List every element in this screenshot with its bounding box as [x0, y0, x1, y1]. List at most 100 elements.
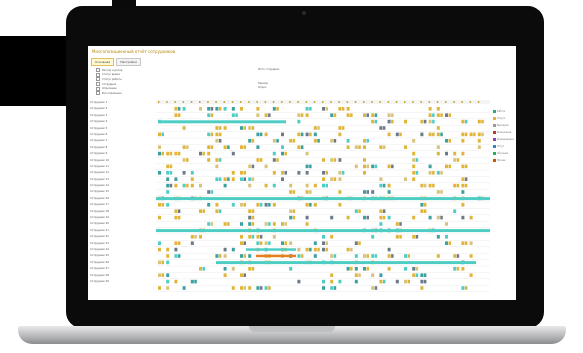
schedule-cell	[399, 235, 402, 239]
checkbox[interactable]	[96, 72, 100, 77]
legend-item: Выходной	[493, 122, 515, 129]
schedule-cell	[166, 260, 170, 265]
schedule-cell	[379, 126, 383, 130]
schedule-cell	[190, 241, 194, 245]
schedule-cell	[461, 139, 465, 143]
schedule-cell	[420, 273, 424, 277]
schedule-cell	[297, 279, 301, 284]
day-tick	[395, 101, 398, 103]
day-tick	[379, 101, 381, 103]
schedule-cell	[218, 132, 222, 137]
day-tick	[420, 101, 422, 103]
schedule-cell	[330, 273, 334, 277]
schedule-cell	[387, 119, 391, 124]
schedule-cell	[251, 222, 255, 226]
checkbox[interactable]	[96, 77, 100, 82]
schedule-cell	[174, 177, 178, 181]
schedule-cell	[366, 254, 369, 258]
legend: Работа Отпуск Выходной Больничный Командиров…	[493, 108, 515, 164]
schedule-cell	[354, 145, 358, 149]
schedule-cell	[432, 183, 435, 188]
schedule-cell	[268, 203, 271, 207]
schedule-cell	[464, 132, 468, 137]
schedule-cell	[358, 145, 361, 149]
schedule-cell	[268, 286, 271, 290]
tab-settings[interactable]: Настройки	[116, 58, 142, 66]
schedule-cell	[428, 171, 432, 175]
schedule-cell	[215, 254, 219, 258]
schedule-cell	[399, 222, 402, 226]
schedule-cell	[158, 241, 161, 245]
schedule-cell	[412, 158, 416, 162]
schedule-cell	[174, 107, 178, 111]
filter-row[interactable]: Все отделения	[96, 91, 286, 96]
schedule-cell	[166, 164, 170, 169]
schedule-cell	[174, 247, 178, 252]
schedule-cell	[428, 107, 432, 111]
legend-item: Командировка	[493, 136, 515, 143]
checkbox[interactable]	[96, 68, 100, 73]
legend-swatch	[493, 152, 496, 155]
schedule-cell	[240, 222, 243, 226]
schedule-cell	[420, 183, 424, 188]
schedule-cell	[182, 158, 186, 162]
schedule-cell	[161, 260, 164, 265]
day-tick	[182, 101, 185, 103]
schedule-cell	[464, 286, 468, 290]
schedule-cell	[218, 126, 222, 130]
schedule-cell	[412, 151, 416, 156]
day-tick	[330, 101, 332, 103]
schedule-cell	[305, 113, 309, 117]
schedule-cell	[289, 139, 293, 143]
schedule-cell	[240, 145, 243, 149]
schedule-cell	[354, 267, 358, 271]
checkbox[interactable]	[96, 91, 100, 96]
schedule-cell	[272, 158, 276, 162]
schedule-cell	[158, 203, 161, 207]
schedule-cell	[391, 119, 394, 124]
schedule-cell	[227, 222, 230, 226]
schedule-cell	[281, 151, 284, 156]
schedule-cell	[161, 151, 164, 156]
schedule-cell	[404, 177, 407, 181]
schedule-cell	[243, 126, 246, 130]
schedule-cell	[305, 107, 309, 111]
schedule-cell	[305, 151, 309, 156]
schedule-cell	[169, 164, 173, 169]
schedule-cell	[338, 126, 342, 130]
schedule-cell	[428, 119, 432, 124]
schedule-cell	[330, 113, 334, 117]
schedule-cell	[218, 209, 222, 213]
checkbox[interactable]	[96, 86, 100, 91]
day-tick	[387, 101, 390, 103]
schedule-cell	[243, 241, 246, 245]
schedule-cell	[453, 209, 457, 213]
schedule-cell	[305, 203, 309, 207]
schedule-cell	[199, 183, 202, 188]
schedule-cell	[182, 126, 186, 130]
dark-block	[0, 36, 70, 106]
schedule-cell	[300, 145, 304, 149]
schedule-cell	[272, 139, 276, 143]
tab-main[interactable]: Основная	[91, 58, 115, 66]
schedule-cell	[481, 119, 484, 124]
schedule-cell	[177, 241, 181, 245]
schedule-cell	[210, 132, 214, 137]
schedule-cell	[325, 107, 328, 111]
schedule-cell	[404, 279, 407, 284]
schedule-cell	[407, 279, 410, 284]
schedule-cell	[256, 235, 260, 239]
schedule-cell	[440, 190, 443, 194]
schedule-cell	[182, 171, 186, 175]
schedule-cell	[243, 171, 246, 175]
day-tick	[264, 101, 267, 103]
schedule-bar	[256, 254, 296, 258]
schedule-cell	[231, 107, 235, 111]
schedule-cell	[268, 113, 271, 117]
schedule-cell	[461, 132, 465, 137]
schedule-cell	[404, 254, 407, 258]
schedule-cell	[333, 254, 337, 258]
checkbox[interactable]	[96, 82, 100, 87]
schedule-cell	[440, 113, 443, 117]
schedule-cell	[202, 151, 205, 156]
